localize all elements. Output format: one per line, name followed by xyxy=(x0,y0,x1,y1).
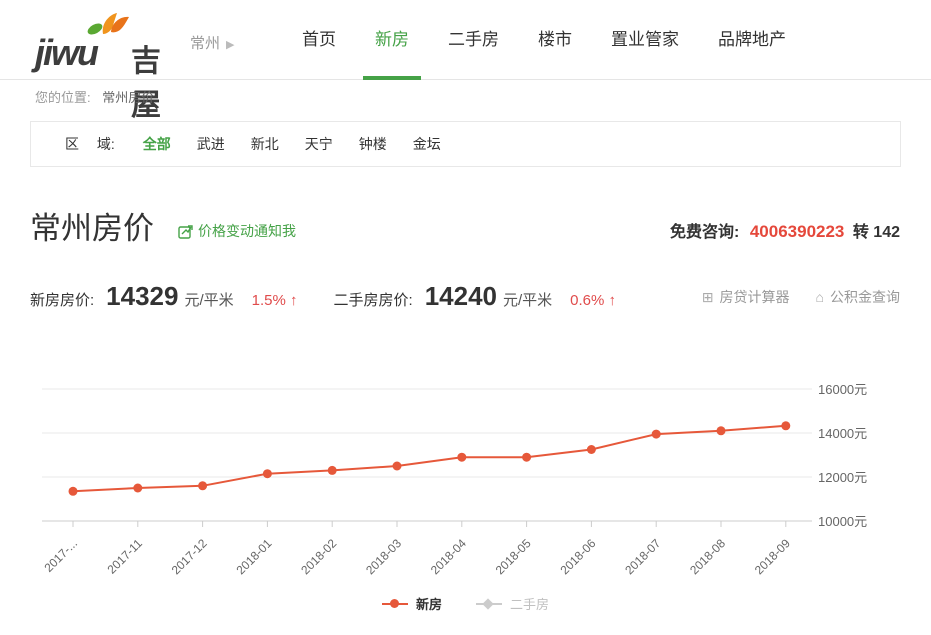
new-price-change: 1.5% ↑ xyxy=(252,292,298,309)
new-price-label: 新房房价: xyxy=(30,289,94,310)
svg-text:14000元: 14000元 xyxy=(818,426,867,441)
house-icon: ⌂ xyxy=(816,289,824,305)
price-chart-svg: 10000元 12000元 14000元 16000元 2017-... 2017-11 2… xyxy=(0,370,931,588)
svg-text:10000元: 10000元 xyxy=(818,514,867,529)
resale-price-change: 0.6% ↑ xyxy=(570,292,616,309)
nav-item-new-house[interactable]: 新房 xyxy=(375,0,409,80)
new-price-unit: 元/平米 xyxy=(184,289,233,310)
consult-phone: 免费咨询: 4006390223 转 142 xyxy=(670,218,900,242)
svg-text:2017-...: 2017-... xyxy=(41,536,80,575)
logo-text: jiwu xyxy=(35,32,97,74)
svg-text:2018-08: 2018-08 xyxy=(687,536,728,577)
svg-text:2018-09: 2018-09 xyxy=(752,536,793,577)
region-option-tianning[interactable]: 天宁 xyxy=(305,134,333,154)
site-header: jiwu 吉屋 常州▶ 首页 新房 二手房 楼市 置业管家 品牌地产 xyxy=(0,0,931,80)
legend-label-new: 新房 xyxy=(416,594,442,613)
legend-item-resale[interactable]: 二手房 xyxy=(476,594,549,613)
mortgage-calculator-link[interactable]: ⊞ 房贷计算器 xyxy=(702,287,790,307)
consult-extension: 转 142 xyxy=(853,224,900,241)
main-nav: 首页 新房 二手房 楼市 置业管家 品牌地产 xyxy=(302,0,786,80)
region-option-jintan[interactable]: 金坛 xyxy=(413,134,441,154)
page-title: 常州房价 xyxy=(30,203,154,248)
legend-label-resale: 二手房 xyxy=(510,594,549,613)
svg-text:2018-07: 2018-07 xyxy=(622,536,663,577)
region-filter: 区 域: 全部 武进 新北 天宁 钟楼 金坛 xyxy=(30,121,901,167)
fund-query-link[interactable]: ⌂ 公积金查询 xyxy=(816,287,900,307)
svg-text:2018-06: 2018-06 xyxy=(557,536,598,577)
caret-right-icon: ▶ xyxy=(226,38,234,51)
price-notify-link[interactable]: 价格变动通知我 xyxy=(178,221,296,241)
nav-item-resale[interactable]: 二手房 xyxy=(448,0,499,80)
line-dot-marker-icon xyxy=(382,603,408,605)
line-diamond-marker-icon xyxy=(476,603,502,605)
svg-text:2018-02: 2018-02 xyxy=(298,536,339,577)
breadcrumb: 您的位置: 常州房价 xyxy=(0,81,931,115)
nav-item-brand[interactable]: 品牌地产 xyxy=(718,0,786,80)
svg-text:2018-01: 2018-01 xyxy=(233,536,274,577)
legend-item-new[interactable]: 新房 xyxy=(382,594,442,613)
city-name: 常州 xyxy=(190,35,220,52)
calculator-icon: ⊞ xyxy=(702,289,714,306)
price-trend-chart: 10000元 12000元 14000元 16000元 2017-... 2017-11 2… xyxy=(0,370,931,613)
svg-text:2018-04: 2018-04 xyxy=(428,536,469,577)
consult-label: 免费咨询: xyxy=(670,224,739,241)
resale-price-label: 二手房房价: xyxy=(334,289,413,310)
svg-text:2017-12: 2017-12 xyxy=(169,536,210,577)
region-filter-label: 区 域: xyxy=(65,134,115,154)
city-selector[interactable]: 常州 ▶ xyxy=(190,32,234,53)
breadcrumb-current: 常州房价 xyxy=(102,90,154,105)
region-option-all[interactable]: 全部 xyxy=(143,134,171,154)
region-option-zhonglou[interactable]: 钟楼 xyxy=(359,134,387,154)
nav-item-home[interactable]: 首页 xyxy=(302,0,336,80)
region-filter-options: 全部 武进 新北 天宁 钟楼 金坛 xyxy=(143,134,441,154)
svg-text:2018-03: 2018-03 xyxy=(363,536,404,577)
nav-item-market[interactable]: 楼市 xyxy=(538,0,572,80)
resale-price-unit: 元/平米 xyxy=(503,289,552,310)
mortgage-calculator-label: 房贷计算器 xyxy=(720,287,790,307)
tool-links: ⊞ 房贷计算器 ⌂ 公积金查询 xyxy=(702,287,900,307)
region-option-xinbei[interactable]: 新北 xyxy=(251,134,279,154)
chart-legend: 新房 二手房 xyxy=(0,594,931,613)
consult-number: 4006390223 xyxy=(750,222,845,241)
svg-text:2017-11: 2017-11 xyxy=(105,536,146,577)
trend-arrow-icon xyxy=(178,224,193,239)
region-option-wujin[interactable]: 武进 xyxy=(197,134,225,154)
breadcrumb-prefix: 您的位置: xyxy=(35,90,91,105)
price-notify-label: 价格变动通知我 xyxy=(198,221,296,241)
fund-query-label: 公积金查询 xyxy=(830,287,900,307)
price-summary: 新房房价: 14329 元/平米 1.5% ↑ 二手房房价: 14240 元/平… xyxy=(30,281,616,312)
new-price-value: 14329 xyxy=(106,281,178,312)
nav-item-butler[interactable]: 置业管家 xyxy=(611,0,679,80)
page: jiwu 吉屋 常州▶ 首页 新房 二手房 楼市 置业管家 品牌地产 您的位置:… xyxy=(0,0,931,635)
svg-text:2018-05: 2018-05 xyxy=(493,536,534,577)
resale-price-value: 14240 xyxy=(425,281,497,312)
svg-text:12000元: 12000元 xyxy=(818,470,867,485)
svg-text:16000元: 16000元 xyxy=(818,382,867,397)
